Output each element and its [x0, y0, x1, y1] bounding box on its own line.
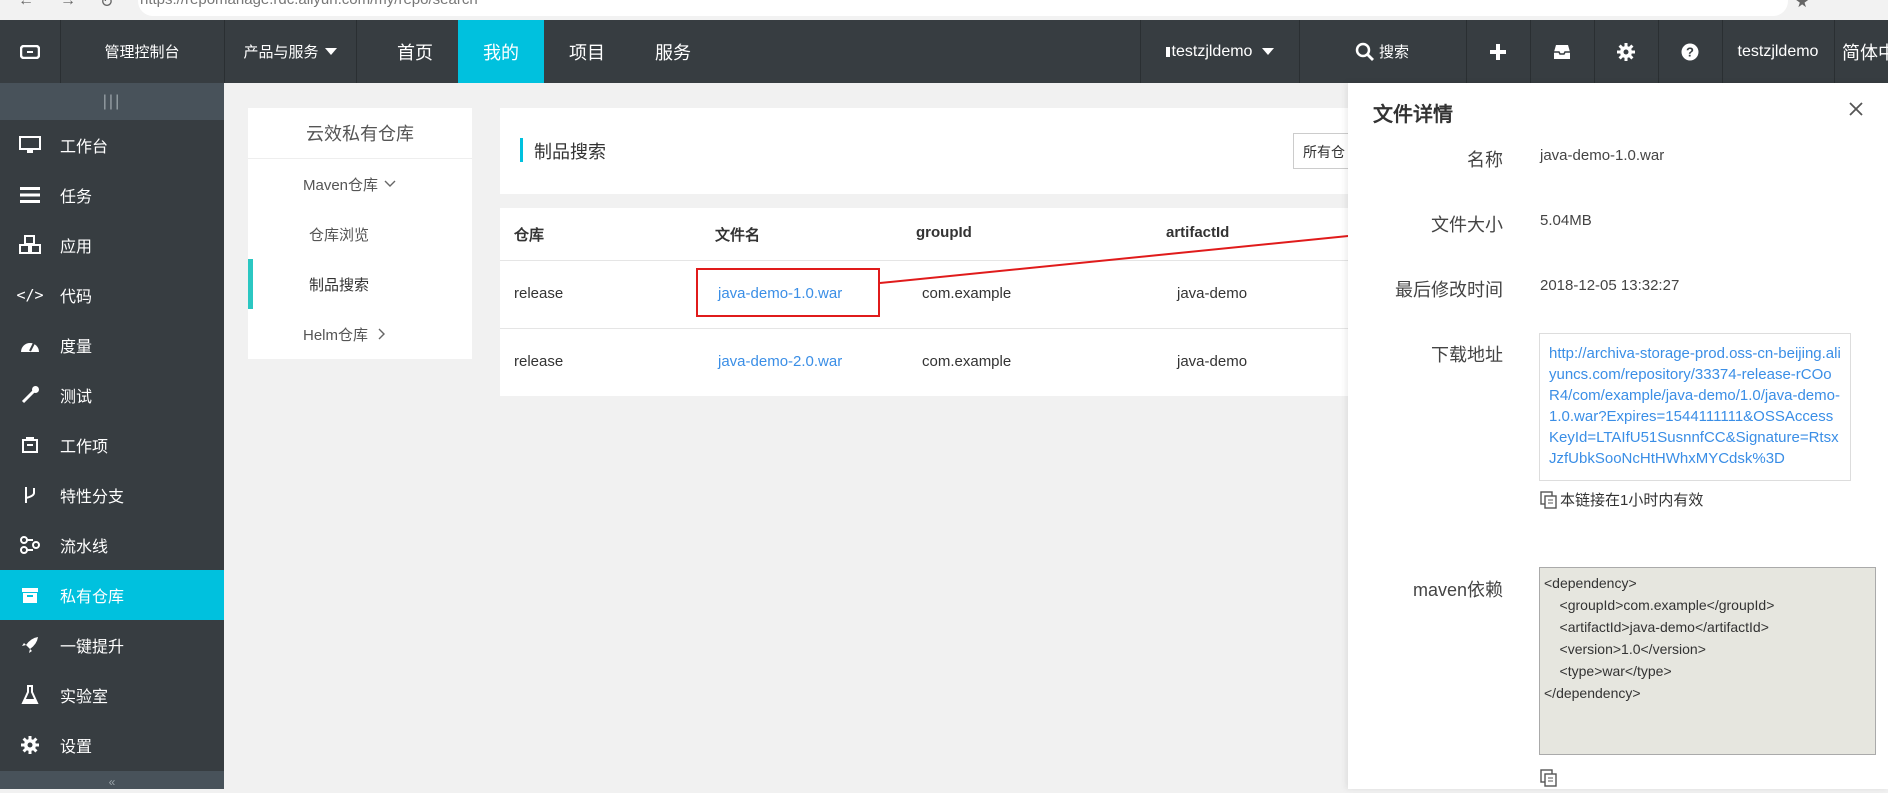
copy-icon[interactable]: [1540, 769, 1558, 787]
name-label: 名称: [1467, 150, 1503, 170]
drawer-title: 文件详情: [1373, 104, 1453, 126]
file-name-value: java-demo-1.0.war: [1540, 147, 1665, 164]
maven-label: maven依赖: [1412, 580, 1503, 600]
file-detail-drawer: 文件详情 名称 java-demo-1.0.war 文件大小 5.04MB 最后…: [1348, 83, 1888, 789]
modified-label: 最后修改时间: [1395, 280, 1503, 300]
download-label: 下载地址: [1431, 345, 1503, 365]
copy-icon[interactable]: [1540, 490, 1558, 509]
size-label: 文件大小: [1431, 215, 1503, 235]
download-url-link[interactable]: http://archiva-storage-prod.oss-cn-beiji…: [1539, 333, 1851, 481]
file-size-value: 5.04MB: [1540, 212, 1592, 229]
maven-dependency-textarea[interactable]: <dependency> <groupId>com.example</group…: [1539, 567, 1876, 755]
modified-value: 2018-12-05 13:32:27: [1540, 277, 1680, 294]
link-validity-note: 本链接在1小时内有效: [1540, 489, 1703, 510]
close-icon[interactable]: [1848, 101, 1864, 117]
link-note-text: 本链接在1小时内有效: [1560, 492, 1704, 509]
